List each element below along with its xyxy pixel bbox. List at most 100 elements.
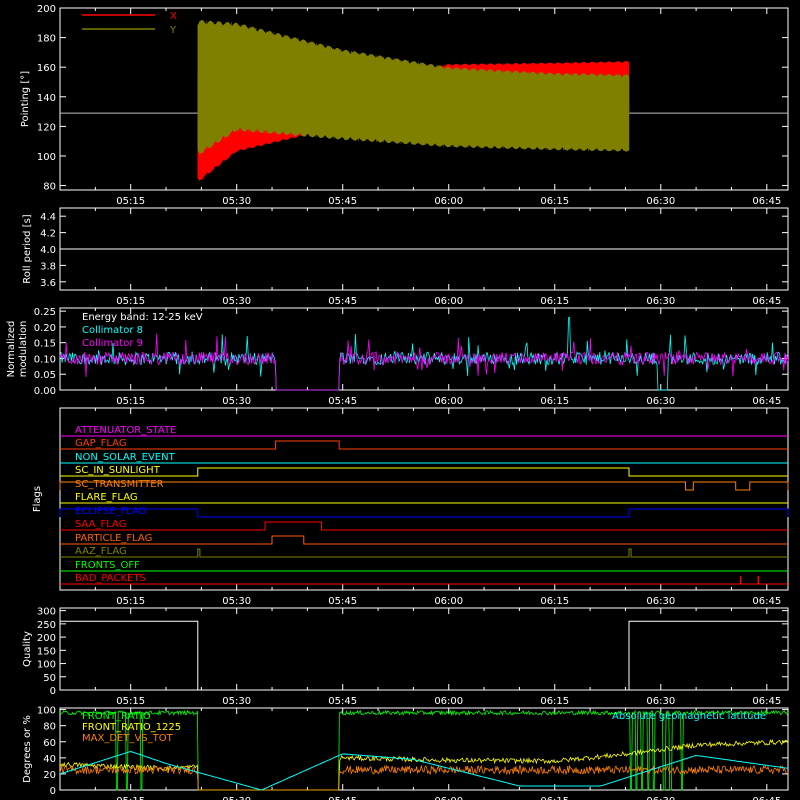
x-tick-label: 06:00 (434, 296, 463, 307)
y-tick-label: 0.05 (34, 370, 56, 381)
y-tick-label: 80 (43, 182, 56, 193)
x-tick-label: 05:30 (222, 796, 251, 800)
annotation-energy-band: Energy band: 12-25 keV (82, 312, 203, 323)
y-axis-label: Roll period [s] (22, 214, 33, 283)
y-tick-label: 100 (37, 152, 56, 163)
y-tick-label: 0.15 (34, 339, 56, 350)
rhessi-quicklook-chart: 05:15 05:30 05:45 06:00 06:15 06:30 06:45 80 100… (0, 0, 800, 800)
flag-label: FRONTS_OFF (75, 560, 140, 571)
y-tick-label: 180 (37, 34, 56, 45)
y-axis-label: modulation (18, 321, 29, 378)
x-tick-label: 06:30 (646, 196, 675, 207)
y-tick-label: 40 (43, 754, 56, 765)
x-tick-label: 05:30 (222, 296, 251, 307)
flag-label: SAA_FLAG (75, 519, 126, 530)
y-tick-label: 3.8 (40, 261, 56, 272)
y-tick-label: 4.0 (40, 245, 56, 256)
y-tick-label: 120 (37, 122, 56, 133)
x-tick-label: 05:30 (222, 696, 251, 707)
y-axis-label: Flags (32, 486, 43, 512)
x-tick-label: 05:15 (116, 196, 145, 207)
y-tick-label: 0.00 (34, 386, 56, 397)
legend-max-det-vs-tot: MAX_DET_VS_TOT (82, 733, 174, 744)
y-tick-label: 50 (43, 673, 56, 684)
x-tick-label: 06:30 (646, 696, 675, 707)
y-tick-label: 0.25 (34, 307, 56, 318)
x-tick-label: 06:45 (752, 696, 781, 707)
x-tick-label: 06:30 (646, 796, 675, 800)
x-tick-label: 06:30 (646, 596, 675, 607)
x-tick-label: 06:45 (752, 596, 781, 607)
x-tick-label: 05:30 (222, 396, 251, 407)
y-tick-label: 300 (37, 607, 56, 618)
flag-label: BAD_PACKETS (75, 573, 146, 584)
flag-label: AAZ_FLAG (75, 546, 127, 557)
x-tick-label: 06:15 (540, 296, 569, 307)
y-tick-label: 100 (37, 706, 56, 717)
x-tick-label: 06:45 (752, 396, 781, 407)
y-tick-label: 4.2 (40, 229, 56, 240)
flag-label: SC_TRANSMITTER (75, 479, 164, 490)
y-tick-label: 100 (37, 660, 56, 671)
flag-label: FLARE_FLAG (75, 492, 138, 503)
x-tick-label: 06:45 (752, 196, 781, 207)
x-tick-label: 05:45 (328, 696, 357, 707)
y-tick-label: 0.20 (34, 323, 56, 334)
x-tick-label: 06:45 (752, 796, 781, 800)
x-tick-label: 06:00 (434, 396, 463, 407)
x-tick-label: 06:15 (540, 796, 569, 800)
y-tick-label: 20 (43, 770, 56, 781)
y-tick-label: 200 (37, 633, 56, 644)
x-tick-label: 05:15 (116, 296, 145, 307)
x-tick-label: 06:15 (540, 196, 569, 207)
y-tick-label: 160 (37, 63, 56, 74)
x-tick-label: 05:45 (328, 396, 357, 407)
x-tick-label: 06:30 (646, 296, 675, 307)
x-tick-label: 05:15 (116, 396, 145, 407)
legend-label: Y (169, 25, 177, 36)
x-tick-label: 05:30 (222, 596, 251, 607)
legend-front-ratio-1225: FRONT_RATIO_1225 (82, 722, 181, 733)
x-tick-label: 06:15 (540, 696, 569, 707)
y-axis-label: Normalized (6, 321, 17, 378)
y-tick-label: 250 (37, 620, 56, 631)
y-tick-label: 150 (37, 646, 56, 657)
x-tick-label: 05:45 (328, 196, 357, 207)
y-tick-label: 4.4 (40, 212, 56, 223)
flag-label: SC_IN_SUNLIGHT (75, 465, 161, 476)
x-tick-label: 06:45 (752, 296, 781, 307)
y-axis-label: Quality (22, 631, 33, 667)
x-tick-label: 05:45 (328, 596, 357, 607)
x-tick-label: 05:15 (116, 596, 145, 607)
y-tick-label: 80 (43, 722, 56, 733)
flag-label: GAP_FLAG (75, 438, 127, 449)
x-tick-label: 06:00 (434, 696, 463, 707)
y-axis-label: Degrees or % (22, 715, 33, 783)
x-tick-label: 05:15 (116, 796, 145, 800)
legend-geomagnetic-latitude: Absolute geomagnetic latitude (612, 711, 766, 722)
y-tick-label: 0 (50, 686, 56, 697)
x-tick-label: 06:30 (646, 396, 675, 407)
annotation-collimator-9: Collimator 9 (82, 338, 143, 349)
y-tick-label: 140 (37, 93, 56, 104)
y-tick-label: 0.10 (34, 354, 56, 365)
x-tick-label: 05:45 (328, 796, 357, 800)
flag-label: ATTENUATOR_STATE (75, 425, 176, 436)
y-tick-label: 3.6 (40, 278, 56, 289)
flag-label: PARTICLE_FLAG (75, 533, 152, 544)
y-axis-label: Pointing [°] (20, 71, 31, 127)
flag-label: NON_SOLAR_EVENT (75, 452, 176, 463)
annotation-collimator-8: Collimator 8 (82, 325, 143, 336)
y-tick-label: 60 (43, 738, 56, 749)
x-tick-label: 06:00 (434, 796, 463, 800)
y-tick-label: 0 (50, 786, 56, 797)
x-tick-label: 06:00 (434, 196, 463, 207)
x-tick-label: 06:15 (540, 596, 569, 607)
legend-front-ratio: FRONT_RATIO (82, 711, 151, 722)
x-tick-label: 06:00 (434, 596, 463, 607)
legend-label: X (170, 11, 177, 22)
x-tick-label: 05:15 (116, 696, 145, 707)
x-tick-label: 05:45 (328, 296, 357, 307)
flag-label: ECLIPSE_FLAG (75, 506, 146, 517)
y-tick-label: 200 (37, 4, 56, 15)
